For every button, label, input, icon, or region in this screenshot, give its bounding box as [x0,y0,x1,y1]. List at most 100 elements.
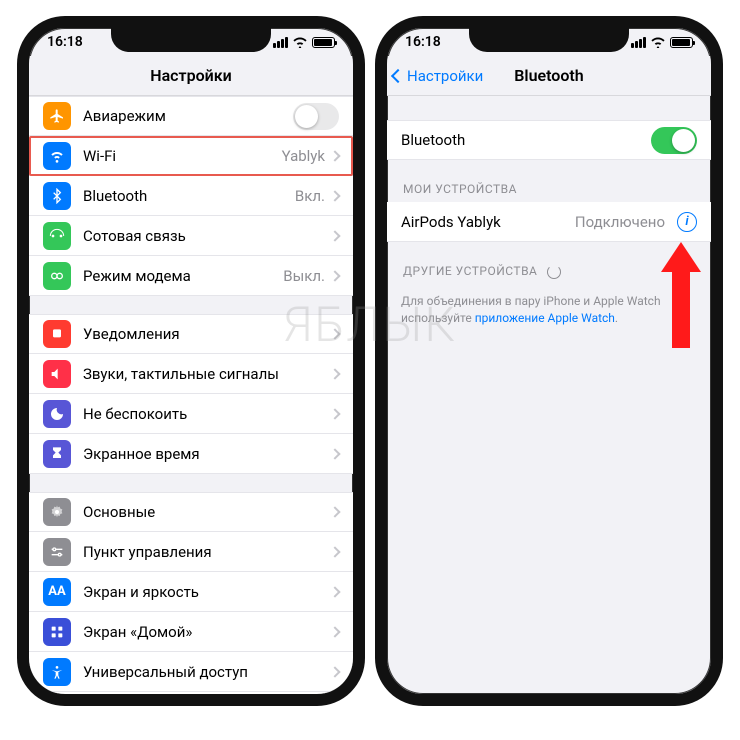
row-device-airpods[interactable]: AirPods Yablyk Подключено i [387,202,711,242]
section-header: ДРУГИЕ УСТРОЙСТВА [387,260,711,285]
row-wifi[interactable]: Wi-Fi Yablyk [29,136,353,176]
bluetooth-toggle[interactable] [651,127,697,154]
bt-toggle-group: Bluetooth [387,120,711,160]
homescreen-icon [43,618,71,646]
chevron-right-icon [329,230,340,241]
row-screentime[interactable]: Экранное время [29,434,353,474]
other-devices-group: ДРУГИЕ УСТРОЙСТВА Для объединения в пару… [387,260,711,334]
row-label: Авиарежим [83,107,293,125]
row-label: Не беспокоить [83,405,331,423]
section-header: МОИ УСТРОЙСТВА [387,178,711,202]
chevron-right-icon [329,190,340,201]
cellular-icon [43,222,71,250]
wifi-icon [650,36,666,48]
battery-icon [670,37,693,48]
chevron-right-icon [329,626,340,637]
page-title: Bluetooth [514,66,583,85]
notifications-icon [43,320,71,348]
settings-group-1: Уведомления Звуки, тактильные сигналы Не… [29,314,353,474]
phone-right: 16:18 Настройки Bluetooth Bluetooth [375,16,723,706]
airplane-icon [43,102,71,130]
bluetooth-content: Bluetooth МОИ УСТРОЙСТВА AirPods Yablyk … [387,96,711,694]
row-homescreen[interactable]: Экран «Домой» [29,612,353,652]
row-label: Режим модема [83,267,283,285]
row-cellular[interactable]: Сотовая связь [29,216,353,256]
row-bluetooth[interactable]: Bluetooth Вкл. [29,176,353,216]
row-label: Bluetooth [83,187,295,205]
phone-left: 16:18 Настройки Авиарежим [17,16,365,706]
status-time: 16:18 [405,34,441,50]
row-label: Экранное время [83,445,331,463]
row-label: Универсальный доступ [83,663,331,681]
wifi-icon [43,142,71,170]
row-label: Основные [83,503,331,521]
row-general[interactable]: Основные [29,492,353,532]
airplane-toggle[interactable] [293,103,339,130]
sounds-icon [43,360,71,388]
nav-bar: Настройки [29,56,353,96]
row-value: Вкл. [295,187,325,205]
settings-group-0: Авиарежим Wi-Fi Yablyk Bluetooth Вкл. [29,96,353,296]
row-label: Bluetooth [401,131,651,149]
status-icons [273,36,335,48]
footer-period: . [615,311,618,325]
settings-group-2: Основные Пункт управления AA Экран и ярк… [29,492,353,694]
notch [111,28,271,52]
row-label: Wi-Fi [83,147,282,165]
nav-bar: Настройки Bluetooth [387,56,711,96]
row-hotspot[interactable]: Режим модема Выкл. [29,256,353,296]
page-title: Настройки [150,66,232,85]
back-label: Настройки [407,67,483,85]
row-controlcenter[interactable]: Пункт управления [29,532,353,572]
chevron-right-icon [329,546,340,557]
row-dnd[interactable]: Не беспокоить [29,394,353,434]
status-time: 16:18 [47,34,83,50]
wifi-icon [292,36,308,48]
gear-icon [43,498,71,526]
chevron-right-icon [329,408,340,419]
row-notifications[interactable]: Уведомления [29,314,353,354]
device-status: Подключено [575,213,665,231]
display-icon: AA [43,578,71,606]
apple-watch-link[interactable]: приложение Apple Watch [475,311,615,325]
row-display[interactable]: AA Экран и яркость [29,572,353,612]
row-label: Пункт управления [83,543,331,561]
spinner-icon [547,265,561,279]
my-devices-group: МОИ УСТРОЙСТВА AirPods Yablyk Подключено… [387,178,711,242]
section-header-label: ДРУГИЕ УСТРОЙСТВА [403,264,537,278]
back-button[interactable]: Настройки [393,67,483,85]
chevron-right-icon [329,368,340,379]
row-label: Экран «Домой» [83,623,331,641]
row-value: Yablyk [282,147,325,165]
device-name: AirPods Yablyk [401,213,575,231]
row-wallpaper[interactable]: Обои [29,692,353,694]
dnd-icon [43,400,71,428]
accessibility-icon [43,658,71,686]
bluetooth-icon [43,182,71,210]
controlcenter-icon [43,538,71,566]
settings-list[interactable]: Авиарежим Wi-Fi Yablyk Bluetooth Вкл. [29,96,353,694]
row-label: Уведомления [83,325,331,343]
row-airplane[interactable]: Авиарежим [29,96,353,136]
chevron-right-icon [329,666,340,677]
row-label: Звуки, тактильные сигналы [83,365,331,383]
info-icon[interactable]: i [677,212,697,232]
cellular-signal-icon [631,37,646,48]
row-sounds[interactable]: Звуки, тактильные сигналы [29,354,353,394]
row-bluetooth-toggle[interactable]: Bluetooth [387,120,711,160]
row-accessibility[interactable]: Универсальный доступ [29,652,353,692]
hotspot-icon [43,262,71,290]
chevron-right-icon [329,270,340,281]
notch [469,28,629,52]
chevron-right-icon [329,328,340,339]
battery-icon [312,37,335,48]
chevron-right-icon [329,448,340,459]
row-label: Сотовая связь [83,227,331,245]
chevron-right-icon [329,506,340,517]
status-icons [631,36,693,48]
row-label: Экран и яркость [83,583,331,601]
footer-note: Для объединения в пару iPhone и Apple Wa… [387,285,711,335]
chevron-right-icon [329,586,340,597]
screentime-icon [43,440,71,468]
chevron-left-icon [391,68,405,82]
